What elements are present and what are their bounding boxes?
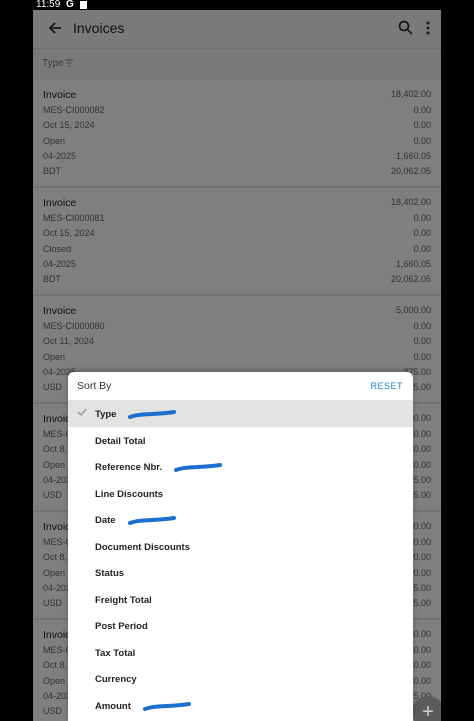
- sort-option-label: Reference Nbr.: [95, 462, 163, 473]
- sort-option-label: Freight Total: [95, 594, 152, 606]
- sort-option[interactable]: Detail Total: [68, 427, 413, 454]
- sort-option-label: Post Period: [95, 621, 148, 632]
- sort-option-label: Tax Total: [95, 647, 136, 659]
- sort-by-sheet: Sort By RESET Type Detail Total Reference …: [68, 372, 413, 721]
- status-bar: 11:59 G: [0, 0, 474, 10]
- sort-option-label: Date: [95, 515, 116, 526]
- sort-option-label: Line Discounts: [95, 488, 164, 500]
- sort-option[interactable]: Type: [68, 400, 413, 427]
- sort-sheet-title: Sort By: [77, 380, 112, 392]
- add-button[interactable]: +: [412, 696, 441, 721]
- scribble-mark: [128, 516, 176, 525]
- sort-option-label: Document Discounts: [95, 541, 191, 553]
- sort-option[interactable]: Amount: [68, 692, 413, 719]
- sort-option[interactable]: Currency: [68, 665, 413, 692]
- notification-icon: [80, 1, 87, 9]
- sort-option-label: Amount: [95, 700, 131, 712]
- reset-button[interactable]: RESET: [370, 381, 403, 391]
- sort-options-list: Type Detail Total Reference Nbr. Line Disco…: [68, 400, 413, 718]
- sort-sheet-header: Sort By RESET: [68, 372, 413, 400]
- sort-option-label: Currency: [95, 674, 137, 685]
- sort-option[interactable]: Date: [68, 506, 413, 533]
- scribble-mark: [143, 701, 191, 711]
- sort-option[interactable]: Post Period: [68, 612, 413, 639]
- sort-option-label: Detail Total: [95, 435, 146, 447]
- left-letterbox: [0, 10, 33, 721]
- right-letterbox: [441, 10, 474, 721]
- scribble-mark: [174, 463, 222, 472]
- check-icon: [77, 408, 87, 416]
- sort-option[interactable]: Tax Total: [68, 639, 413, 666]
- sort-option[interactable]: Line Discounts: [68, 480, 413, 507]
- sort-option[interactable]: Status: [68, 559, 413, 586]
- status-time: 11:59: [36, 0, 61, 10]
- sort-option-label: Type: [95, 409, 117, 420]
- google-g-icon: G: [66, 0, 74, 10]
- sort-option[interactable]: Document Discounts: [68, 533, 413, 560]
- scribble-mark: [128, 410, 176, 419]
- sort-option-label: Status: [95, 568, 125, 579]
- sort-option[interactable]: Reference Nbr.: [68, 453, 413, 480]
- sort-option[interactable]: Freight Total: [68, 586, 413, 613]
